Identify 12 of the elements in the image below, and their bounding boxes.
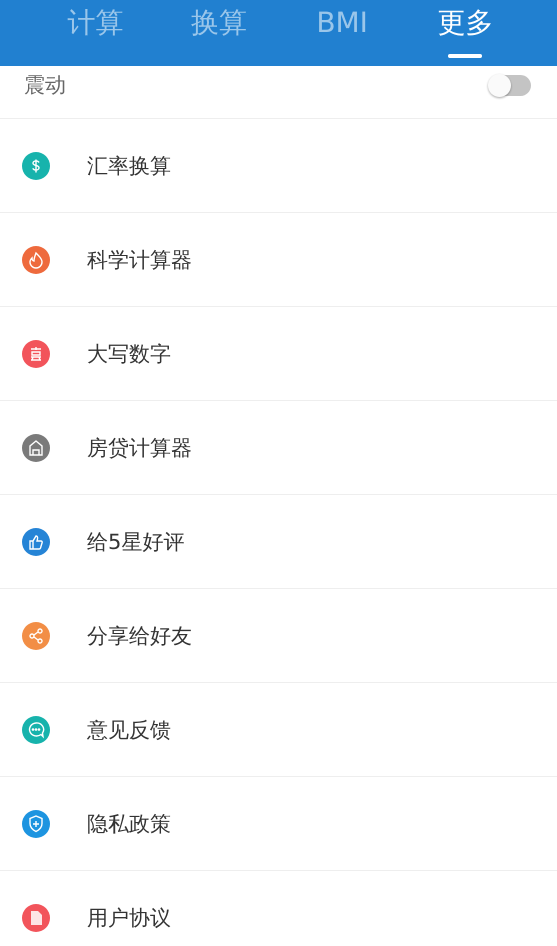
setting-label: 震动: [24, 72, 66, 99]
menu-item[interactable]: 汇率换算: [0, 119, 557, 213]
menu-item[interactable]: 房贷计算器: [0, 401, 557, 495]
menu-item[interactable]: 用户协议: [0, 871, 557, 946]
menu-item[interactable]: 意见反馈: [0, 683, 557, 777]
menu-item[interactable]: 隐私政策: [0, 777, 557, 871]
menu-item[interactable]: 大写数字: [0, 307, 557, 401]
menu-item[interactable]: 给5星好评: [0, 495, 557, 589]
toggle-switch[interactable]: [489, 75, 531, 96]
menu-item[interactable]: 分享给好友: [0, 589, 557, 683]
menu-item[interactable]: 科学计算器: [0, 213, 557, 307]
tab[interactable]: 更多: [437, 5, 494, 41]
